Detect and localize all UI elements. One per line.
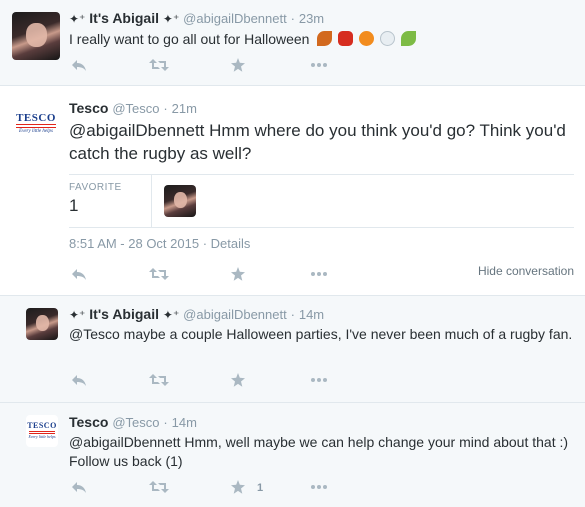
mention-link[interactable]: @abigailDbennett xyxy=(69,434,181,450)
hide-conversation-link[interactable]: Hide conversation xyxy=(478,264,574,278)
username[interactable]: @Tesco xyxy=(112,415,159,430)
favorite-star-icon[interactable] xyxy=(231,373,245,387)
favorite-count: 1 xyxy=(257,482,264,494)
tweet-text: @Tesco maybe a couple Halloween parties,… xyxy=(69,325,574,344)
reply-icon[interactable] xyxy=(71,58,87,72)
display-name[interactable]: Tesco xyxy=(69,414,108,430)
separator-dot: · xyxy=(290,307,295,322)
details-link[interactable]: Details xyxy=(211,236,251,251)
tesco-logo: TESCO xyxy=(16,112,56,124)
retweet-icon[interactable] xyxy=(149,267,169,281)
username[interactable]: @abigailDbennett xyxy=(183,11,287,26)
reply-icon[interactable] xyxy=(71,373,87,387)
tweet-time[interactable]: 23m xyxy=(299,11,324,26)
tweet-time[interactable]: 14m xyxy=(172,415,197,430)
tweet-stats: FAVORITE 1 xyxy=(69,174,574,228)
username[interactable]: @Tesco xyxy=(112,101,159,116)
tweet-actions xyxy=(69,58,369,74)
tweet-actions xyxy=(69,373,369,389)
separator-dot: · xyxy=(202,236,211,251)
tesco-tagline: Every little helps xyxy=(19,129,53,134)
tweet-time[interactable]: 14m xyxy=(299,307,324,322)
maple-leaf-icon xyxy=(338,31,354,46)
tweet-timestamp[interactable]: 8:51 AM - 28 Oct 2015 xyxy=(69,236,199,251)
tweet-text: @abigailDbennett Hmm, well maybe we can … xyxy=(69,433,574,471)
favorite-star-icon[interactable] xyxy=(231,480,245,494)
tweet-header: ✦⁺ It's Abigail ✦⁺ @abigailDbennett · 14… xyxy=(69,306,324,322)
favoriter-avatar[interactable] xyxy=(164,185,196,217)
sparkle-icon: ✦⁺ xyxy=(162,12,180,26)
retweet-icon[interactable] xyxy=(149,480,169,494)
tesco-logo: TESCO xyxy=(27,421,57,430)
tweet-abigail-reply[interactable]: ✦⁺ It's Abigail ✦⁺ @abigailDbennett · 14… xyxy=(0,296,585,403)
sparkle-icon: ✦⁺ xyxy=(69,308,86,322)
display-name[interactable]: It's Abigail xyxy=(89,10,159,26)
stats-divider xyxy=(151,175,152,227)
tesco-tagline: Every little helps xyxy=(28,434,56,439)
tesco-stripes xyxy=(16,124,56,128)
emoji-row xyxy=(317,31,418,47)
pumpkin-icon xyxy=(359,31,375,46)
tweet-body: I really want to go all out for Hallowee… xyxy=(69,31,310,47)
username[interactable]: @abigailDbennett xyxy=(183,307,287,322)
ghost-icon xyxy=(380,31,396,46)
tweet-text: @abigailDbennett Hmm where do you think … xyxy=(69,119,569,165)
leaf-icon xyxy=(317,31,333,46)
reply-icon[interactable] xyxy=(71,267,87,281)
favorite-star-icon[interactable] xyxy=(231,58,245,72)
more-icon[interactable] xyxy=(310,373,328,387)
avatar[interactable] xyxy=(12,12,60,60)
tweet-tesco-main[interactable]: TESCO Every little helps Tesco @Tesco · … xyxy=(0,86,585,296)
favorite-label: FAVORITE xyxy=(69,182,122,193)
tweet-header: ✦⁺ It's Abigail ✦⁺ @abigailDbennett · 23… xyxy=(69,10,324,26)
avatar[interactable]: TESCO Every little helps xyxy=(26,415,58,447)
avatar[interactable]: TESCO Every little helps xyxy=(12,98,60,146)
reply-icon[interactable] xyxy=(71,480,87,494)
more-icon[interactable] xyxy=(310,480,328,494)
tweet-meta: 8:51 AM - 28 Oct 2015 · Details xyxy=(69,236,250,251)
separator-dot: · xyxy=(290,11,295,26)
sparkle-icon: ✦⁺ xyxy=(162,308,180,322)
more-icon[interactable] xyxy=(310,267,328,281)
tweet-abigail-1[interactable]: ✦⁺ It's Abigail ✦⁺ @abigailDbennett · 23… xyxy=(0,0,585,86)
avatar[interactable] xyxy=(26,308,58,340)
sparkle-icon: ✦⁺ xyxy=(69,12,86,26)
mention-link[interactable]: @Tesco xyxy=(69,326,120,342)
tweet-time[interactable]: 21m xyxy=(172,101,197,116)
retweet-icon[interactable] xyxy=(149,373,169,387)
separator-dot: · xyxy=(163,101,168,116)
favorite-count[interactable]: 1 xyxy=(69,196,78,216)
tweet-text: I really want to go all out for Hallowee… xyxy=(69,30,569,49)
tweet-actions xyxy=(69,267,369,283)
tweet-tesco-reply[interactable]: TESCO Every little helps Tesco @Tesco · … xyxy=(0,403,585,507)
wind-leaf-icon xyxy=(400,31,416,46)
mention-link[interactable]: @abigailDbennett xyxy=(69,121,204,140)
tweet-header: Tesco @Tesco · 14m xyxy=(69,414,197,430)
favorite-star-icon[interactable] xyxy=(231,267,245,281)
separator-dot: · xyxy=(163,415,168,430)
more-icon[interactable] xyxy=(310,58,328,72)
tweet-body: maybe a couple Halloween parties, I've n… xyxy=(119,326,573,342)
display-name[interactable]: It's Abigail xyxy=(89,306,159,322)
tweet-actions: 1 xyxy=(69,480,369,496)
tweet-header: Tesco @Tesco · 21m xyxy=(69,100,197,116)
display-name[interactable]: Tesco xyxy=(69,100,108,116)
retweet-icon[interactable] xyxy=(149,58,169,72)
